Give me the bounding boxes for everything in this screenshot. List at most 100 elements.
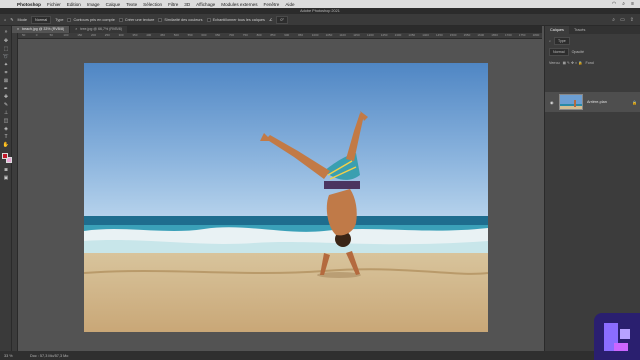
marquee-tool-icon[interactable]: ⬚ [2,46,10,52]
horizontal-ruler[interactable]: 50 0 50 100 150 200 250 300 350 400 450 500 550 600 65… [18,33,542,39]
ruler-tick: 1400 [422,33,429,37]
logo-mark [604,323,630,351]
texture-checkbox[interactable] [118,17,123,22]
frame-tool-icon[interactable]: ⊠ [2,78,10,84]
ruler-tick: 1550 [463,33,471,37]
mode-select[interactable]: Normal [30,15,52,24]
zoom-level[interactable]: 33 % [4,354,13,358]
menu-selection[interactable]: Sélection [143,2,162,7]
document-size: Doc : 57,3 Mo/57,3 Mo [30,353,69,358]
layer-row[interactable]: ◉ Arrière-plan 🔒 [545,92,640,112]
menu-edition[interactable]: Edition [67,2,81,7]
search-icon[interactable]: ⌕ [622,1,625,7]
eyedropper-icon[interactable]: ✒ [2,86,10,92]
angle-icon: ∠ [268,18,273,22]
tab-close-icon[interactable]: × [17,26,19,33]
magic-wand-icon[interactable]: ✦ [2,62,10,68]
options-bar: ⌂ ✎ Mode Normal Type Contours pris en co… [0,14,640,26]
lock-icons[interactable]: ▦ ✎ ✥ ⌗ 🔒 [563,61,583,65]
stamp-tool-icon[interactable]: ⊥ [2,110,10,116]
mode-label: Mode [17,17,27,22]
quick-mask-icon[interactable]: ◙ [2,167,10,173]
foreground-color-swatch[interactable] [2,153,8,159]
contour-option[interactable]: Contours pris en compte [67,17,115,22]
menu-aide[interactable]: Aide [285,2,294,7]
search-icon[interactable]: ⌕ [612,17,615,23]
home-icon[interactable]: ⌂ [4,18,6,22]
menu-texte[interactable]: Texte [126,2,137,7]
menu-affichage[interactable]: Affichage [196,2,215,7]
control-center-icon[interactable]: ≡ [631,1,634,7]
menu-3d[interactable]: 3D [184,2,190,7]
ruler-tick: 1700 [505,33,512,37]
brush-tool-icon[interactable]: ✎ [2,102,10,108]
ruler-tick: 850 [270,33,276,37]
ruler-tick: 1350 [408,33,416,37]
eraser-tool-icon[interactable]: ◫ [2,118,10,124]
wifi-icon[interactable]: ◠ [612,1,616,7]
similar-checkbox[interactable] [158,17,163,22]
sample-option[interactable]: Echantillonner tous les calques [206,17,265,22]
tool-preset-icon[interactable]: ✎ [10,17,13,22]
hand-tool-icon[interactable]: ✋ [2,142,10,148]
screen-mode-icon[interactable]: ▣ [2,175,10,181]
paint-bucket-icon[interactable]: ◈ [2,126,10,132]
ruler-tick: 1000 [311,33,319,37]
tab-calques[interactable]: Calques [545,26,569,34]
vertical-ruler[interactable] [12,33,18,351]
search-icon: ⌕ [549,38,552,43]
menu-filtre[interactable]: Filtre [168,2,178,7]
lasso-tool-icon[interactable]: ➰ [2,54,10,60]
ruler-tick: 1200 [367,33,374,37]
layer-filter-select[interactable]: Type [554,36,570,45]
ruler-tick: 1250 [380,33,388,37]
menubar-status-icons: ◠ ⌕ ≡ [612,0,634,8]
type-tool-icon[interactable]: T [2,134,10,140]
ruler-tick: 200 [91,33,97,37]
tab-label: tree.jpg @ 66,7% (RVB/8) [80,27,122,31]
ruler-tick: 1450 [436,33,443,37]
angle-field[interactable]: 0° [276,15,288,24]
photoshop-app: Photoshop Fichier Edition Image Calque T… [0,0,640,360]
tab-beach[interactable]: × beach.jpg @ 33% (RVB/8) [12,26,70,33]
menu-fenetre[interactable]: Fenêtre [264,2,280,7]
status-bar: 33 % Doc : 57,3 Mo/57,3 Mo [0,351,640,360]
menu-calque[interactable]: Calque [106,2,121,7]
options-right-icons: ⌕ ▭ ⇪ [612,17,634,23]
menu-fichier[interactable]: Fichier [47,2,61,7]
contour-checkbox[interactable] [67,17,72,22]
ruler-tick: 400 [146,33,152,37]
collapse-icon[interactable]: » [2,29,10,35]
ruler-tick: 550 [187,33,193,37]
healing-brush-icon[interactable]: ✚ [2,94,10,100]
crop-tool-icon[interactable]: ⌗ [2,70,10,76]
sample-label: Echantillonner tous les calques [212,17,265,22]
ruler-tick: 1300 [394,33,402,37]
move-tool-icon[interactable]: ✥ [2,38,10,44]
tab-close-icon[interactable]: × [75,26,77,33]
opacity-label: Opacité [571,49,584,54]
ruler-tick: 50 [49,33,53,37]
texture-option[interactable]: Créer une texture [118,17,154,22]
layer-thumbnail [559,94,583,110]
tab-traces[interactable]: Tracés [569,26,590,34]
ruler-tick: 1150 [353,33,360,37]
blend-mode-select[interactable]: Normal [549,47,569,56]
beach-photo[interactable] [84,63,488,332]
menu-photoshop[interactable]: Photoshop [17,2,41,7]
app-logo [594,313,640,360]
ruler-tick: 950 [298,33,304,37]
tab-tree[interactable]: × tree.jpg @ 66,7% (RVB/8) [70,26,127,33]
tools-panel: » ✥ ⬚ ➰ ✦ ⌗ ⊠ ✒ ✚ ✎ ⊥ ◫ ◈ T ✋ ◙ ▣ [0,26,12,351]
eye-icon[interactable]: ◉ [550,100,555,105]
workspace-icon[interactable]: ▭ [620,17,625,23]
beach-image [84,63,488,332]
similar-label: Similarité des couleurs [164,17,203,22]
similar-option[interactable]: Similarité des couleurs [158,17,203,22]
ruler-tick: 500 [173,33,179,37]
blend-row: Normal Opacité [549,47,636,56]
share-icon[interactable]: ⇪ [630,17,634,23]
menu-modules-externes[interactable]: Modules externes [221,2,257,7]
menu-image[interactable]: Image [87,2,100,7]
sample-checkbox[interactable] [206,17,211,22]
